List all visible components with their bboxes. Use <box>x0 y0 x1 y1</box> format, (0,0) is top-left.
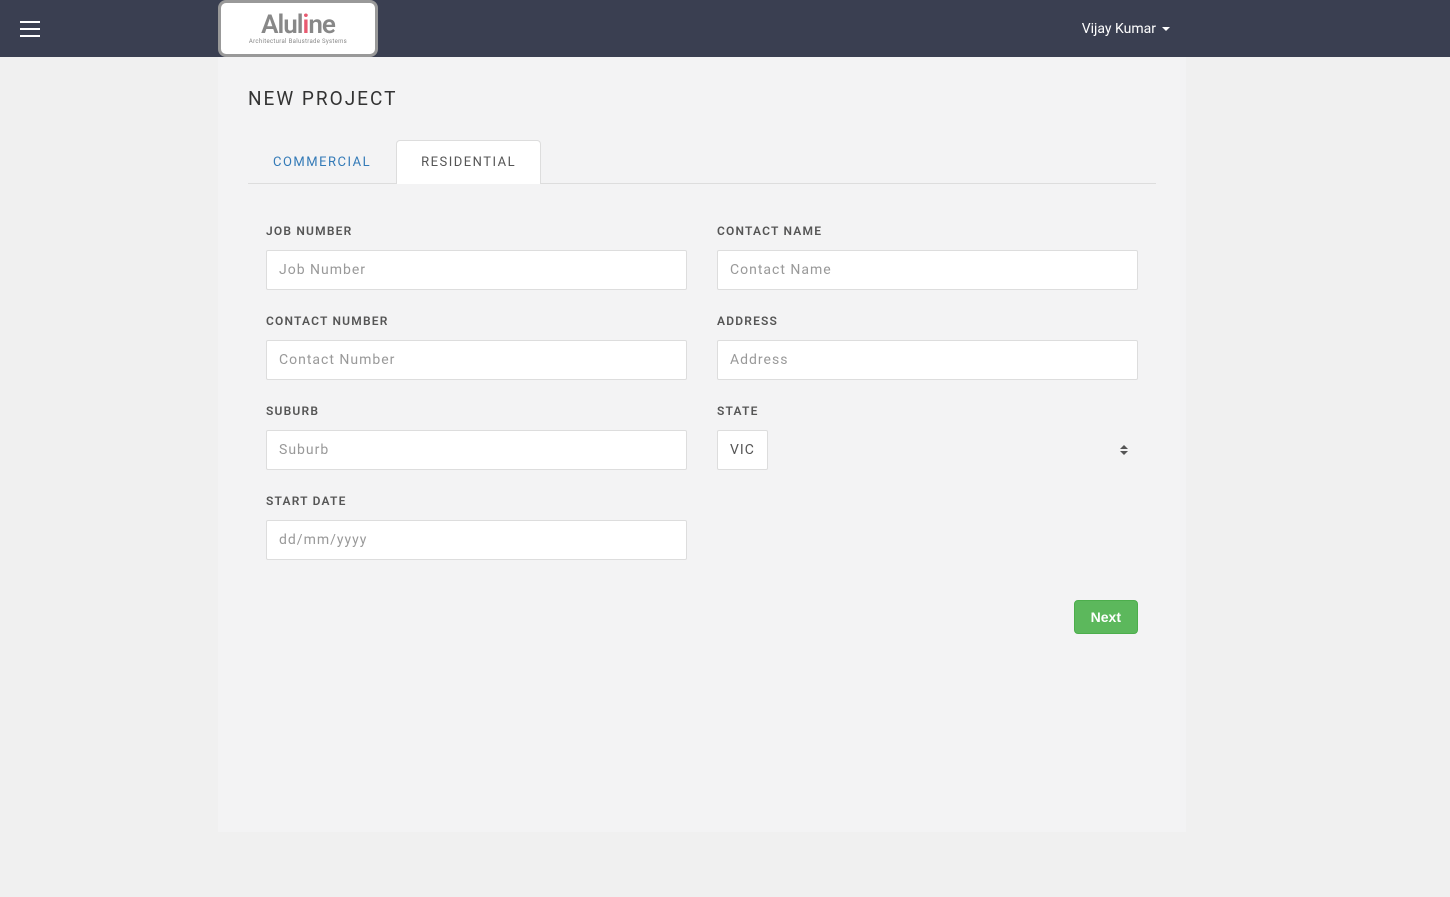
brand-logo[interactable]: Aluline Architectural Balustrade Systems <box>218 0 378 57</box>
tab-commercial[interactable]: COMMERCIAL <box>248 140 396 184</box>
input-start-date[interactable] <box>266 520 687 560</box>
select-state[interactable]: VIC <box>717 430 768 470</box>
field-start-date: START DATE <box>266 494 687 560</box>
input-address[interactable] <box>717 340 1138 380</box>
form-grid: JOB NUMBER CONTACT NAME CONTACT NUMBER A… <box>248 224 1156 560</box>
caret-down-icon <box>1162 27 1170 31</box>
label-job-number: JOB NUMBER <box>266 224 687 238</box>
tabs: COMMERCIAL RESIDENTIAL <box>248 140 1156 184</box>
label-address: ADDRESS <box>717 314 1138 328</box>
field-contact-name: CONTACT NAME <box>717 224 1138 290</box>
input-contact-number[interactable] <box>266 340 687 380</box>
form-actions: Next <box>248 600 1156 634</box>
user-menu-dropdown[interactable]: Vijay Kumar <box>1082 21 1170 37</box>
field-contact-number: CONTACT NUMBER <box>266 314 687 380</box>
field-address: ADDRESS <box>717 314 1138 380</box>
label-contact-name: CONTACT NAME <box>717 224 1138 238</box>
tab-residential[interactable]: RESIDENTIAL <box>396 140 541 184</box>
field-job-number: JOB NUMBER <box>266 224 687 290</box>
input-suburb[interactable] <box>266 430 687 470</box>
label-state: STATE <box>717 404 1138 418</box>
hamburger-menu-icon[interactable] <box>20 21 40 37</box>
label-suburb: SUBURB <box>266 404 687 418</box>
select-arrows-icon <box>1120 445 1128 455</box>
main-content: NEW PROJECT COMMERCIAL RESIDENTIAL JOB N… <box>218 57 1186 832</box>
top-header: Aluline Architectural Balustrade Systems… <box>0 0 1450 57</box>
label-contact-number: CONTACT NUMBER <box>266 314 687 328</box>
user-name: Vijay Kumar <box>1082 21 1156 37</box>
input-contact-name[interactable] <box>717 250 1138 290</box>
page-title: NEW PROJECT <box>248 87 1156 110</box>
field-state: STATE VIC <box>717 404 1138 470</box>
input-job-number[interactable] <box>266 250 687 290</box>
next-button[interactable]: Next <box>1074 600 1138 634</box>
label-start-date: START DATE <box>266 494 687 508</box>
field-suburb: SUBURB <box>266 404 687 470</box>
